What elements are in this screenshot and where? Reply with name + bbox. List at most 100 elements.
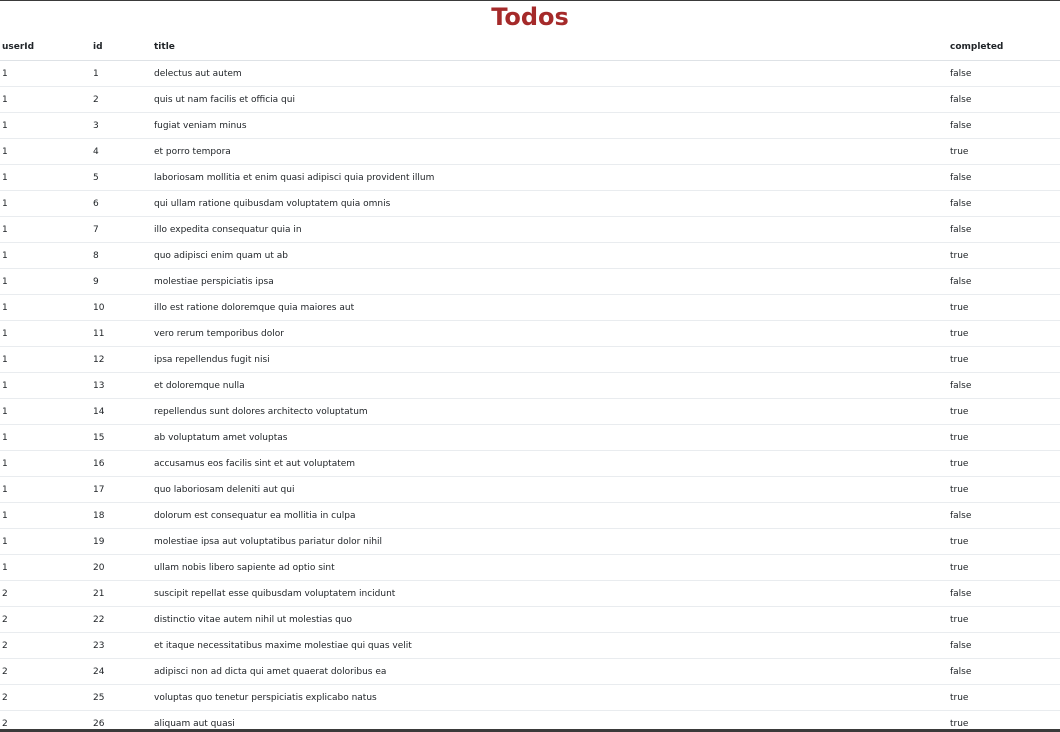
cell-id: 19: [91, 528, 152, 555]
cell-completed: true: [948, 684, 1060, 711]
page-frame: Todos userId id title completed 1 1 delect…: [0, 0, 1060, 732]
table-row: 2 25 voluptas quo tenetur perspiciatis exp…: [0, 684, 1060, 711]
cell-title: et porro tempora: [152, 138, 948, 165]
table-row: 1 11 vero rerum temporibus dolor true: [0, 320, 1060, 347]
cell-id: 4: [91, 138, 152, 165]
cell-title: molestiae ipsa aut voluptatibus pariatur…: [152, 528, 948, 555]
table-row: 1 12 ipsa repellendus fugit nisi true: [0, 346, 1060, 373]
table-row: 1 9 molestiae perspiciatis ipsa false: [0, 268, 1060, 295]
cell-completed: false: [948, 580, 1060, 607]
cell-completed: true: [948, 476, 1060, 503]
cell-id: 8: [91, 242, 152, 269]
cell-userid: 1: [0, 86, 91, 113]
table-row: 2 22 distinctio vitae autem nihil ut moles…: [0, 606, 1060, 633]
table-row: 1 15 ab voluptatum amet voluptas true: [0, 424, 1060, 451]
table-row: 1 10 illo est ratione doloremque quia maio…: [0, 294, 1060, 321]
table-row: 1 5 laboriosam mollitia et enim quasi adip…: [0, 164, 1060, 191]
cell-id: 9: [91, 268, 152, 295]
table-row: 1 19 molestiae ipsa aut voluptatibus paria…: [0, 528, 1060, 555]
cell-title: distinctio vitae autem nihil ut molestia…: [152, 606, 948, 633]
column-header-userid: userId: [0, 33, 91, 61]
table-body: 1 1 delectus aut autem false 1 2 quis ut nam f…: [0, 60, 1060, 732]
cell-title: laboriosam mollitia et enim quasi adipis…: [152, 164, 948, 191]
cell-completed: true: [948, 424, 1060, 451]
table-row: 1 16 accusamus eos facilis sint et aut vol…: [0, 450, 1060, 477]
cell-id: 6: [91, 190, 152, 217]
cell-id: 20: [91, 554, 152, 581]
cell-title: dolorum est consequatur ea mollitia in c…: [152, 502, 948, 529]
table-row: 1 2 quis ut nam facilis et officia qui fals…: [0, 86, 1060, 113]
cell-userid: 2: [0, 580, 91, 607]
cell-title: repellendus sunt dolores architecto volu…: [152, 398, 948, 425]
cell-userid: 1: [0, 528, 91, 555]
cell-title: et itaque necessitatibus maxime molestia…: [152, 632, 948, 659]
cell-title: ab voluptatum amet voluptas: [152, 424, 948, 451]
cell-id: 13: [91, 372, 152, 399]
cell-completed: false: [948, 216, 1060, 243]
cell-title: accusamus eos facilis sint et aut volupt…: [152, 450, 948, 477]
cell-id: 14: [91, 398, 152, 425]
table-row: 1 7 illo expedita consequatur quia in false: [0, 216, 1060, 243]
cell-title: suscipit repellat esse quibusdam volupta…: [152, 580, 948, 607]
cell-userid: 1: [0, 502, 91, 529]
cell-id: 5: [91, 164, 152, 191]
cell-id: 23: [91, 632, 152, 659]
table-row: 1 1 delectus aut autem false: [0, 60, 1060, 87]
cell-completed: true: [948, 242, 1060, 269]
cell-title: et doloremque nulla: [152, 372, 948, 399]
cell-completed: true: [948, 320, 1060, 347]
cell-userid: 2: [0, 632, 91, 659]
cell-completed: false: [948, 164, 1060, 191]
column-header-id: id: [91, 33, 152, 61]
cell-title: quis ut nam facilis et officia qui: [152, 86, 948, 113]
table-row: 2 23 et itaque necessitatibus maxime moles…: [0, 632, 1060, 659]
cell-completed: false: [948, 658, 1060, 685]
table-row: 1 3 fugiat veniam minus false: [0, 112, 1060, 139]
cell-userid: 1: [0, 398, 91, 425]
table-row: 1 18 dolorum est consequatur ea mollitia i…: [0, 502, 1060, 529]
cell-completed: true: [948, 450, 1060, 477]
cell-title: adipisci non ad dicta qui amet quaerat d…: [152, 658, 948, 685]
cell-id: 22: [91, 606, 152, 633]
cell-userid: 1: [0, 242, 91, 269]
cell-userid: 1: [0, 294, 91, 321]
cell-title: fugiat veniam minus: [152, 112, 948, 139]
cell-completed: false: [948, 372, 1060, 399]
table-row: 1 4 et porro tempora true: [0, 138, 1060, 165]
cell-userid: 1: [0, 190, 91, 217]
cell-completed: true: [948, 294, 1060, 321]
cell-title: illo est ratione doloremque quia maiores…: [152, 294, 948, 321]
table-row: 1 17 quo laboriosam deleniti aut qui true: [0, 476, 1060, 503]
cell-completed: false: [948, 112, 1060, 139]
table-row: 1 14 repellendus sunt dolores architecto v…: [0, 398, 1060, 425]
column-header-completed: completed: [948, 33, 1060, 61]
cell-title: illo expedita consequatur quia in: [152, 216, 948, 243]
cell-completed: false: [948, 268, 1060, 295]
cell-completed: false: [948, 502, 1060, 529]
cell-id: 12: [91, 346, 152, 373]
cell-title: quo adipisci enim quam ut ab: [152, 242, 948, 269]
cell-userid: 2: [0, 684, 91, 711]
table-row: 1 6 qui ullam ratione quibusdam voluptatem…: [0, 190, 1060, 217]
cell-completed: false: [948, 190, 1060, 217]
cell-id: 3: [91, 112, 152, 139]
table-header-row: userId id title completed: [0, 33, 1060, 61]
cell-completed: false: [948, 60, 1060, 87]
cell-id: 21: [91, 580, 152, 607]
table-header: userId id title completed: [0, 33, 1060, 61]
table-row: 1 13 et doloremque nulla false: [0, 372, 1060, 399]
cell-userid: 2: [0, 606, 91, 633]
cell-id: 10: [91, 294, 152, 321]
cell-id: 25: [91, 684, 152, 711]
cell-title: ullam nobis libero sapiente ad optio sin…: [152, 554, 948, 581]
cell-title: vero rerum temporibus dolor: [152, 320, 948, 347]
cell-id: 17: [91, 476, 152, 503]
cell-title: quo laboriosam deleniti aut qui: [152, 476, 948, 503]
cell-userid: 1: [0, 554, 91, 581]
cell-completed: true: [948, 138, 1060, 165]
cell-userid: 1: [0, 138, 91, 165]
cell-completed: true: [948, 528, 1060, 555]
cell-userid: 1: [0, 320, 91, 347]
cell-completed: true: [948, 554, 1060, 581]
cell-userid: 1: [0, 216, 91, 243]
